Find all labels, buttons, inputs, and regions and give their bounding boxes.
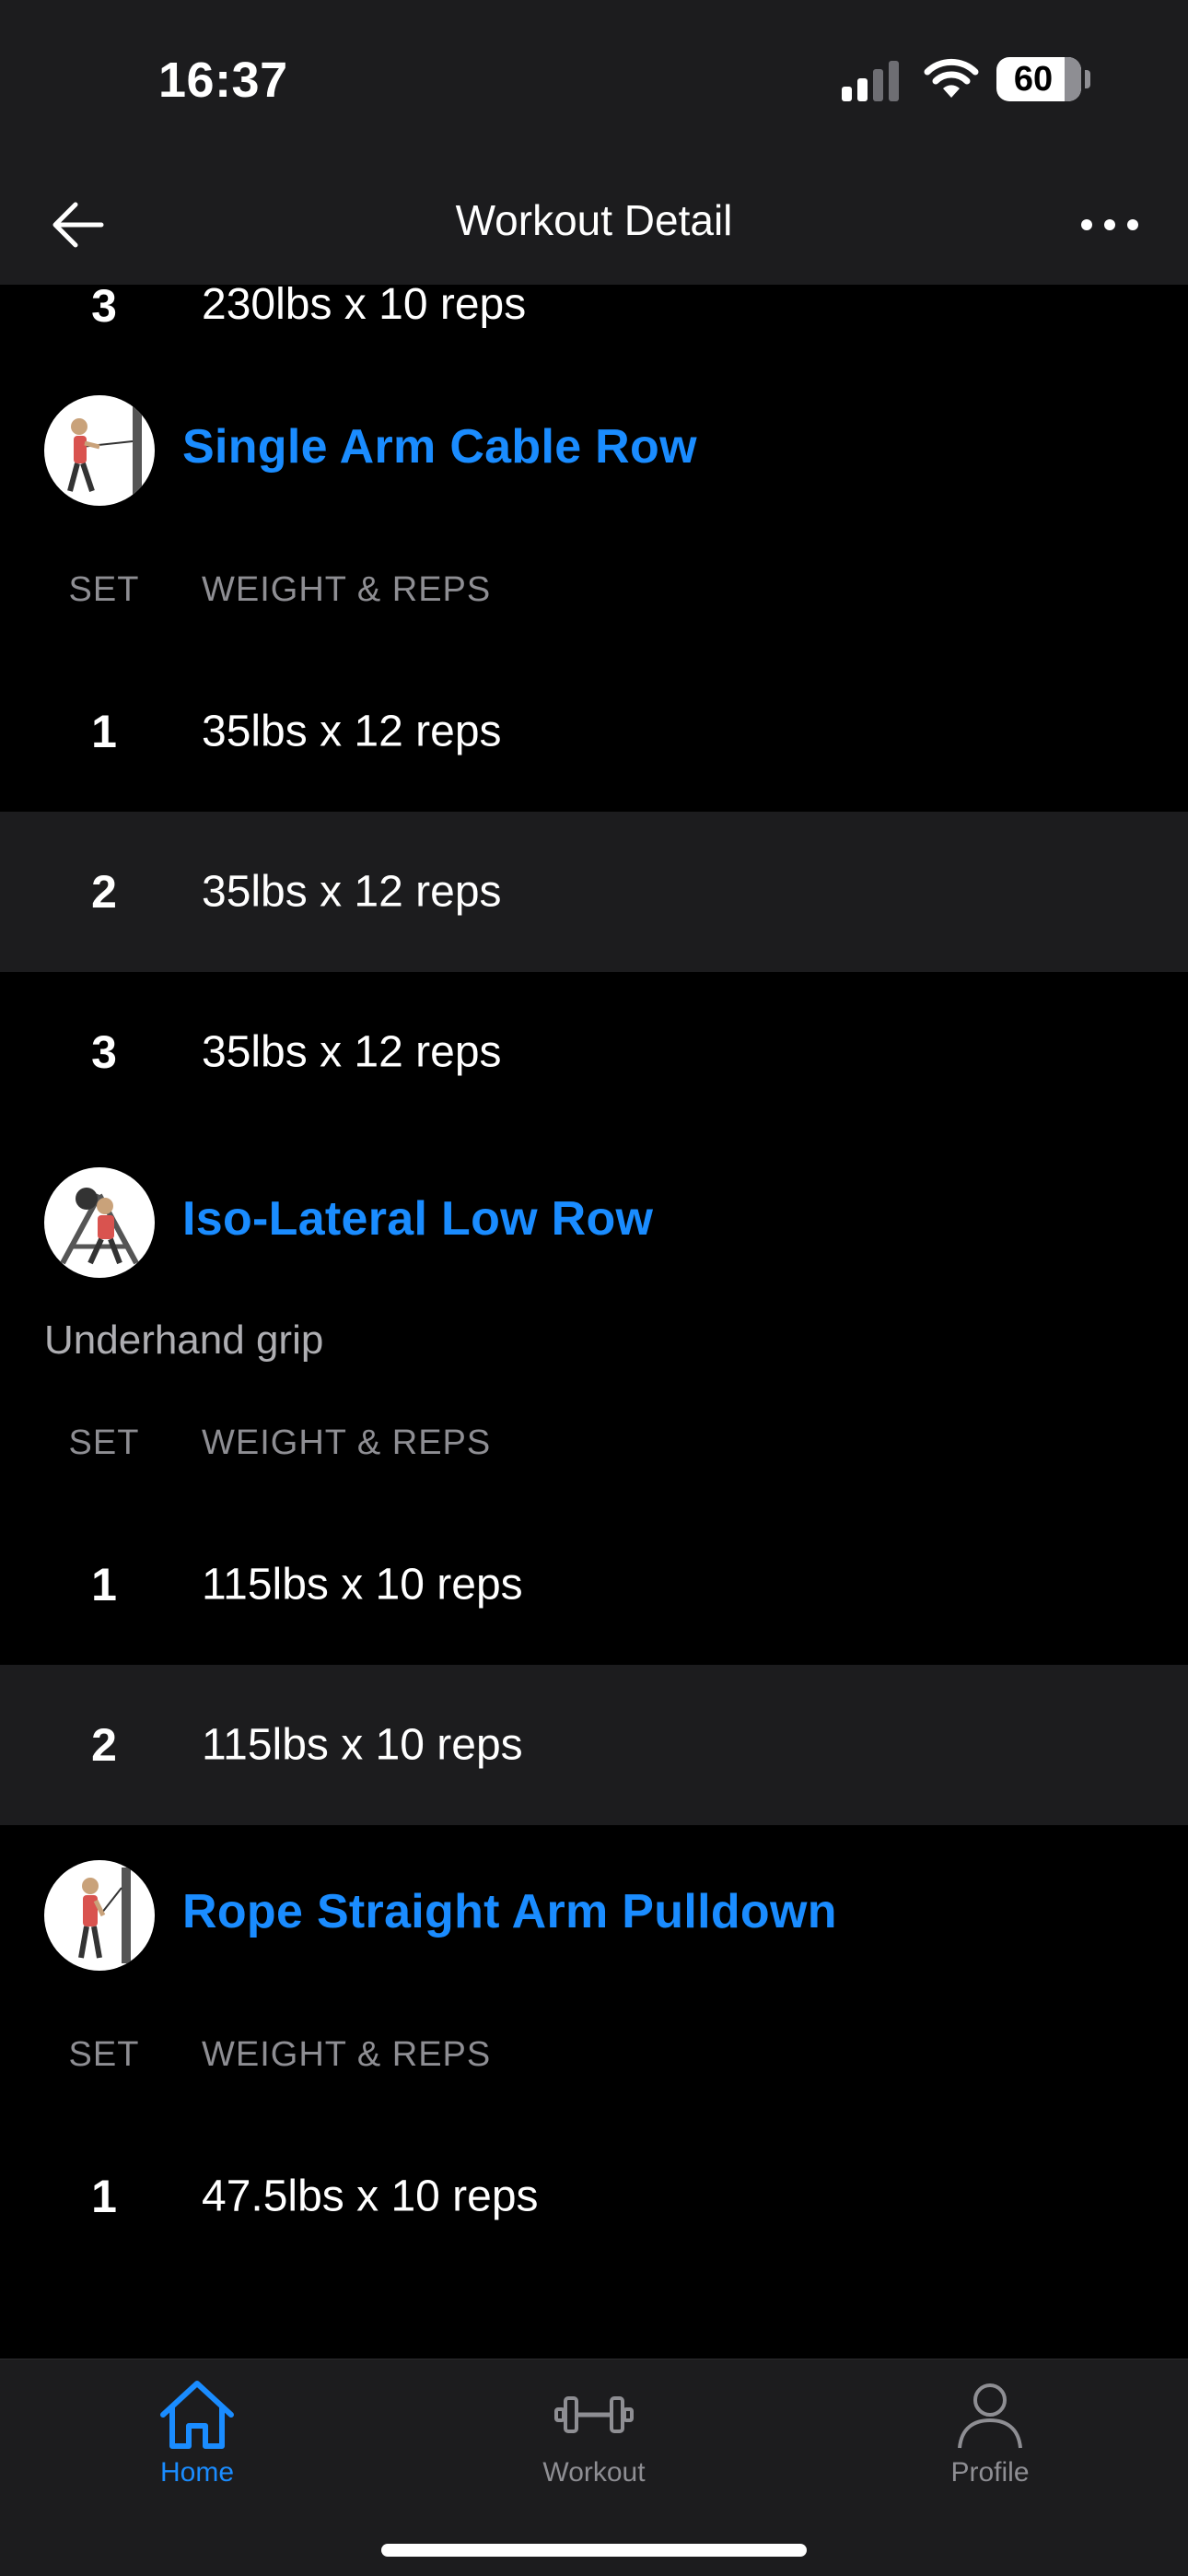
sets-column-header: SET WEIGHT & REPS	[0, 1394, 1188, 1505]
exercise-name[interactable]: Single Arm Cable Row	[182, 419, 697, 474]
person-icon	[958, 2383, 1022, 2449]
set-column-label: SET	[68, 2035, 140, 2074]
weight-reps: 35lbs x 12 reps	[202, 867, 502, 917]
weight-reps-column-label: WEIGHT & REPS	[202, 570, 492, 609]
sets-column-header: SET WEIGHT & REPS	[0, 541, 1188, 651]
exercise-header[interactable]: Single Arm Cable Row	[0, 360, 1188, 541]
set-number: 3	[91, 280, 117, 332]
set-number: 1	[91, 706, 117, 757]
tab-workout[interactable]: Workout	[502, 2378, 686, 2525]
set-number: 2	[91, 866, 117, 918]
tab-home-label: Home	[159, 2457, 235, 2488]
set-row: 1 35lbs x 12 reps	[0, 651, 1188, 812]
tab-workout-label: Workout	[542, 2457, 646, 2488]
battery-icon: 60	[996, 57, 1081, 101]
set-row: 2 115lbs x 10 reps	[0, 1665, 1188, 1825]
weight-reps: 47.5lbs x 10 reps	[202, 2172, 539, 2221]
set-row: 2 35lbs x 12 reps	[0, 812, 1188, 972]
top-bar: 16:37 60 Workout Detail	[0, 0, 1188, 285]
exercise-thumbnail[interactable]	[44, 395, 155, 506]
cellular-signal-icon	[842, 61, 899, 101]
weight-reps: 35lbs x 12 reps	[202, 1027, 502, 1077]
set-row: 1 115lbs x 10 reps	[0, 1505, 1188, 1665]
home-icon	[160, 2381, 234, 2449]
weight-reps-column-label: WEIGHT & REPS	[202, 1423, 492, 1462]
set-number: 3	[91, 1026, 117, 1078]
set-number: 1	[91, 2171, 117, 2222]
home-indicator[interactable]	[381, 2544, 807, 2557]
set-row: 1 47.5lbs x 10 reps	[0, 2116, 1188, 2277]
exercise-thumbnail[interactable]	[44, 1860, 155, 1971]
weight-reps: 35lbs x 12 reps	[202, 707, 502, 756]
weight-reps-column-label: WEIGHT & REPS	[202, 2035, 492, 2074]
page-title: Workout Detail	[455, 196, 733, 244]
weight-reps: 115lbs x 10 reps	[202, 1560, 523, 1610]
status-time: 16:37	[158, 53, 288, 108]
weight-reps: 115lbs x 10 reps	[202, 1720, 523, 1770]
exercise-thumbnail[interactable]	[44, 1167, 155, 1278]
dumbbell-icon	[554, 2396, 634, 2433]
tab-profile-label: Profile	[950, 2457, 1030, 2488]
set-number: 2	[91, 1719, 117, 1771]
ellipsis-icon[interactable]	[1077, 197, 1142, 252]
weight-reps: 230lbs x 10 reps	[202, 280, 527, 329]
sets-column-header: SET WEIGHT & REPS	[0, 2006, 1188, 2116]
exercise-header[interactable]: Rope Straight Arm Pulldown	[0, 1825, 1188, 2006]
exercise-name[interactable]: Iso-Lateral Low Row	[182, 1191, 653, 1247]
tab-home[interactable]: Home	[105, 2378, 289, 2525]
set-column-label: SET	[68, 570, 140, 609]
exercise-note: Underhand grip	[44, 1317, 324, 1363]
exercise-header[interactable]: Iso-Lateral Low Row	[0, 1132, 1188, 1313]
set-row: 3 230lbs x 10 reps	[0, 280, 1188, 360]
workout-content[interactable]: 3 230lbs x 10 reps Single Arm Cable Row …	[0, 280, 1188, 2277]
workout-detail-screen: 16:37 60 Workout Detail 3 230lbs x 10 re…	[0, 0, 1188, 2576]
tab-profile[interactable]: Profile	[898, 2378, 1082, 2525]
wifi-icon	[924, 58, 979, 98]
tab-bar: Home Workout Profile	[0, 2359, 1188, 2576]
battery-level: 60	[1013, 60, 1054, 99]
set-number: 1	[91, 1559, 117, 1610]
exercise-name[interactable]: Rope Straight Arm Pulldown	[182, 1884, 837, 1939]
set-column-label: SET	[68, 1423, 140, 1462]
set-row: 3 35lbs x 12 reps	[0, 972, 1188, 1132]
